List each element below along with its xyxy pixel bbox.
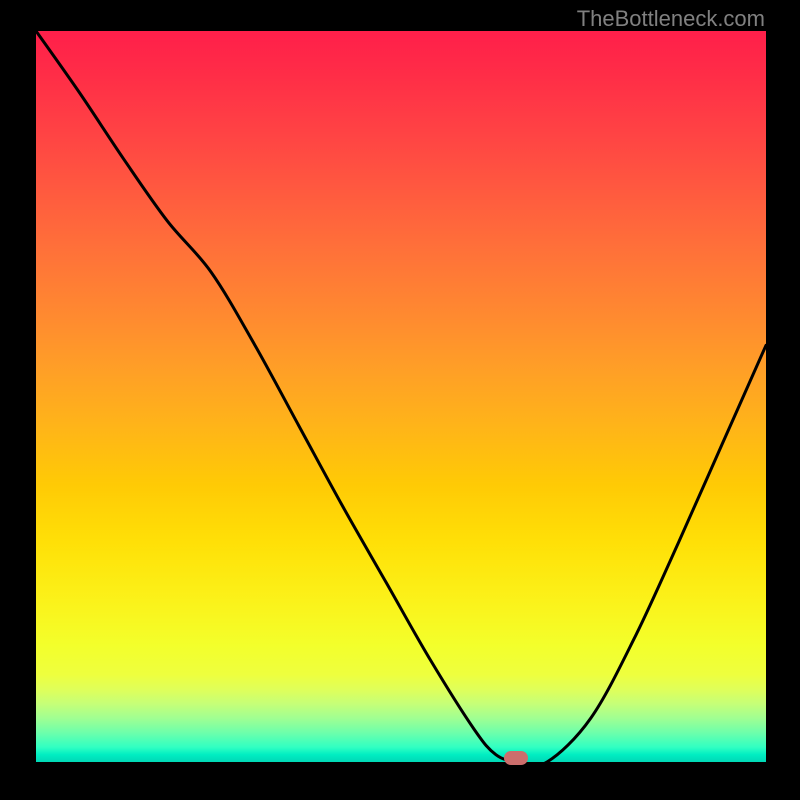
highlight-marker <box>504 751 528 765</box>
plot-area <box>36 31 766 762</box>
watermark-text: TheBottleneck.com <box>577 6 765 32</box>
chart-frame: TheBottleneck.com <box>0 0 800 800</box>
bottleneck-curve <box>36 31 766 766</box>
curve-svg <box>36 31 766 762</box>
